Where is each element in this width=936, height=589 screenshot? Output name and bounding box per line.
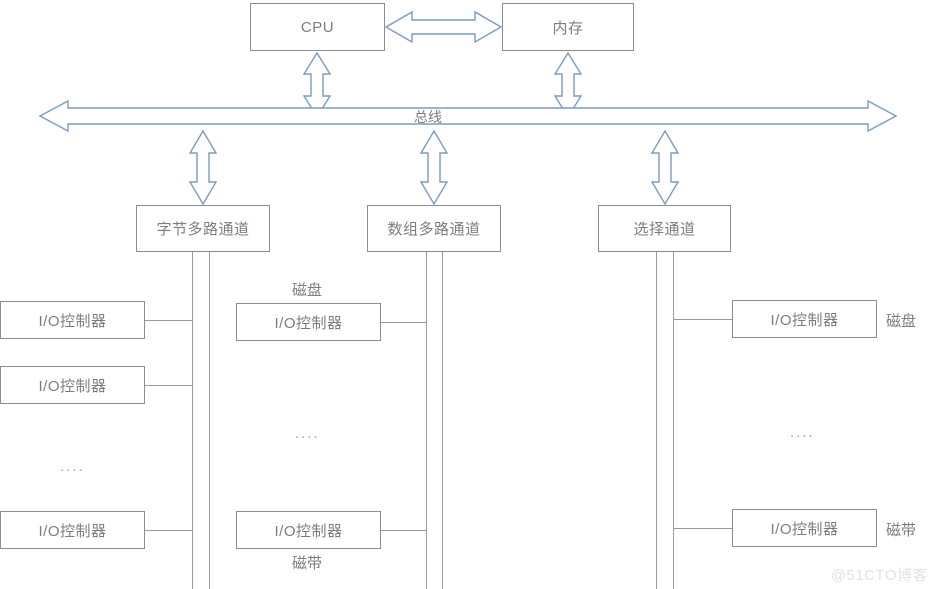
channel-box-array-multiplex[interactable]: 数组多路通道 xyxy=(367,205,501,252)
memory-bus-double-arrow xyxy=(553,51,583,119)
channel2-trunk-left xyxy=(426,252,427,589)
device-label-middle-top: 磁盘 xyxy=(292,282,323,299)
channel3-trunk-right xyxy=(673,252,674,589)
io-controller-middle-1[interactable]: I/O控制器 xyxy=(236,303,381,341)
connector-left-2 xyxy=(145,385,193,386)
system-bus-arrow xyxy=(38,99,898,133)
channel3-trunk-left xyxy=(656,252,657,589)
ellipsis-middle: .... xyxy=(295,425,320,442)
memory-label: 内存 xyxy=(552,19,584,37)
io-controller-label: I/O控制器 xyxy=(770,520,839,538)
io-controller-label: I/O控制器 xyxy=(38,377,107,395)
cpu-label: CPU xyxy=(300,18,335,36)
io-controller-label: I/O控制器 xyxy=(770,311,839,329)
io-controller-middle-2[interactable]: I/O控制器 xyxy=(236,511,381,549)
device-label-right-bottom: 磁带 xyxy=(886,522,917,539)
io-controller-left-1[interactable]: I/O控制器 xyxy=(0,301,145,339)
io-controller-label: I/O控制器 xyxy=(38,522,107,540)
io-controller-left-3[interactable]: I/O控制器 xyxy=(0,511,145,549)
ellipsis-right: .... xyxy=(790,424,815,441)
cpu-memory-double-arrow xyxy=(384,10,503,44)
bus-channel2-double-arrow xyxy=(419,129,449,206)
device-label-middle-bottom: 磁带 xyxy=(292,555,323,572)
io-controller-label: I/O控制器 xyxy=(274,314,343,332)
diagram-canvas: CPU 内存 字节多路通道 数组多路通道 选择通道 I/O控制器 I/O控制器 … xyxy=(0,0,936,589)
io-controller-label: I/O控制器 xyxy=(38,312,107,330)
cpu-bus-double-arrow xyxy=(302,51,332,119)
channel2-trunk-right xyxy=(442,252,443,589)
channel1-trunk-left xyxy=(192,252,193,589)
connector-right-2 xyxy=(673,528,732,529)
cpu-box[interactable]: CPU xyxy=(250,3,385,51)
channel-box-select-channel[interactable]: 选择通道 xyxy=(598,205,731,252)
channel-label-select-channel: 选择通道 xyxy=(633,221,696,238)
channel-box-byte-multiplex[interactable]: 字节多路通道 xyxy=(136,205,270,252)
arrow-layer xyxy=(38,10,898,206)
io-controller-left-2[interactable]: I/O控制器 xyxy=(0,366,145,404)
io-controller-label: I/O控制器 xyxy=(274,522,343,540)
bus-channel1-double-arrow xyxy=(188,129,218,206)
bus-channel3-double-arrow xyxy=(650,129,680,206)
ellipsis-left: .... xyxy=(60,458,85,475)
connector-middle-2 xyxy=(381,530,427,531)
connector-right-1 xyxy=(673,319,732,320)
device-label-right-top: 磁盘 xyxy=(886,313,917,330)
memory-box[interactable]: 内存 xyxy=(502,3,634,51)
io-controller-right-2[interactable]: I/O控制器 xyxy=(732,509,877,547)
connector-left-3 xyxy=(145,530,193,531)
channel1-trunk-right xyxy=(209,252,210,589)
channel-label-byte-multiplex: 字节多路通道 xyxy=(156,221,250,238)
connector-middle-1 xyxy=(381,322,427,323)
watermark: @51CTO博客 xyxy=(830,567,928,584)
connector-left-1 xyxy=(145,320,193,321)
io-controller-right-1[interactable]: I/O控制器 xyxy=(732,300,877,338)
channel-label-array-multiplex: 数组多路通道 xyxy=(387,221,481,238)
bus-label: 总线 xyxy=(414,109,442,125)
